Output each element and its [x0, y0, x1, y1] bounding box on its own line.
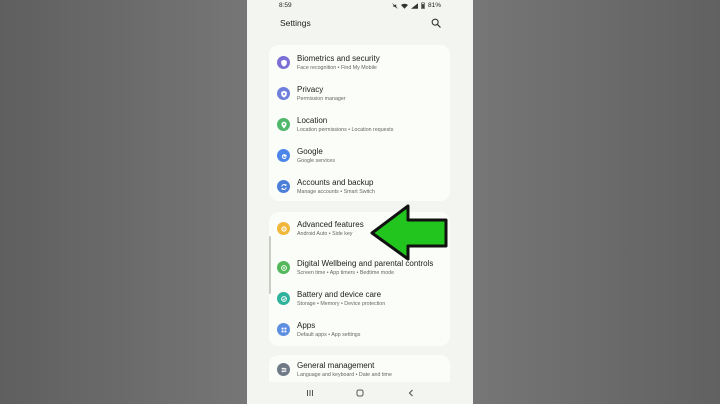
settings-item-general-management[interactable]: General management Language and keyboard… [269, 355, 450, 385]
status-time: 8:59 [279, 2, 292, 9]
background-right-panel [473, 0, 720, 404]
item-title: Biometrics and security [297, 54, 380, 63]
item-subtitle: Language and keyboard • Date and time [297, 372, 392, 378]
item-subtitle: Permission manager [297, 96, 346, 102]
wellbeing-icon [277, 261, 290, 274]
settings-item-battery-device-care[interactable]: Battery and device care Storage • Memory… [269, 284, 450, 314]
background-left-panel [0, 0, 247, 404]
settings-item-privacy[interactable]: Privacy Permission manager [269, 79, 450, 109]
item-subtitle: Screen time • App timers • Bedtime mode [297, 270, 395, 276]
item-subtitle: Default apps • App settings [297, 332, 361, 338]
status-icons: 81% [392, 2, 441, 9]
item-subtitle: Storage • Memory • Device protection [297, 301, 386, 307]
item-title: Apps [297, 321, 316, 330]
mute-icon [392, 2, 398, 9]
sync-icon [277, 180, 290, 193]
back-icon[interactable] [406, 388, 416, 398]
phone-screen: 8:59 81% Settings Biometrics and securit… [247, 0, 473, 404]
item-title: Location [297, 116, 328, 125]
battery-icon [421, 2, 425, 9]
item-title: General management [297, 361, 375, 370]
home-icon[interactable] [355, 388, 365, 398]
scrollbar[interactable] [269, 236, 271, 294]
device-care-icon [277, 292, 290, 305]
item-subtitle: Android Auto • Side key [297, 231, 353, 237]
settings-header: Settings [247, 12, 473, 36]
navigation-bar [247, 382, 473, 404]
item-title: Privacy [297, 85, 324, 94]
page-title: Settings [280, 18, 311, 28]
shield-icon [277, 56, 290, 69]
google-icon [277, 149, 290, 162]
location-icon [277, 118, 290, 131]
recents-icon[interactable] [305, 388, 315, 398]
battery-level: 81% [427, 2, 441, 9]
settings-item-location[interactable]: Location Location permissions • Location… [269, 110, 450, 140]
wifi-icon [400, 3, 408, 9]
settings-item-apps[interactable]: Apps Default apps • App settings [269, 315, 450, 345]
gear-plus-icon [277, 222, 290, 235]
search-icon[interactable] [431, 18, 441, 28]
status-bar: 8:59 81% [247, 0, 473, 12]
apps-grid-icon [277, 323, 290, 336]
signal-icon [410, 2, 418, 9]
item-subtitle: Manage accounts • Smart Switch [297, 189, 375, 195]
item-title: Advanced features [297, 220, 364, 229]
settings-item-biometrics[interactable]: Biometrics and security Face recognition… [269, 48, 450, 78]
sliders-icon [277, 363, 290, 376]
item-title: Accounts and backup [297, 178, 374, 187]
item-subtitle: Face recognition • Find My Mobile [297, 65, 377, 71]
settings-card-1: Biometrics and security Face recognition… [269, 45, 450, 201]
item-title: Battery and device care [297, 290, 382, 299]
item-subtitle: Location permissions • Location requests [297, 127, 394, 133]
settings-item-accounts[interactable]: Accounts and backup Manage accounts • Sm… [269, 172, 450, 202]
item-title: Google [297, 147, 323, 156]
settings-item-google[interactable]: Google Google services [269, 141, 450, 171]
privacy-icon [277, 87, 290, 100]
item-subtitle: Google services [297, 158, 335, 164]
green-arrow-icon [370, 204, 448, 261]
